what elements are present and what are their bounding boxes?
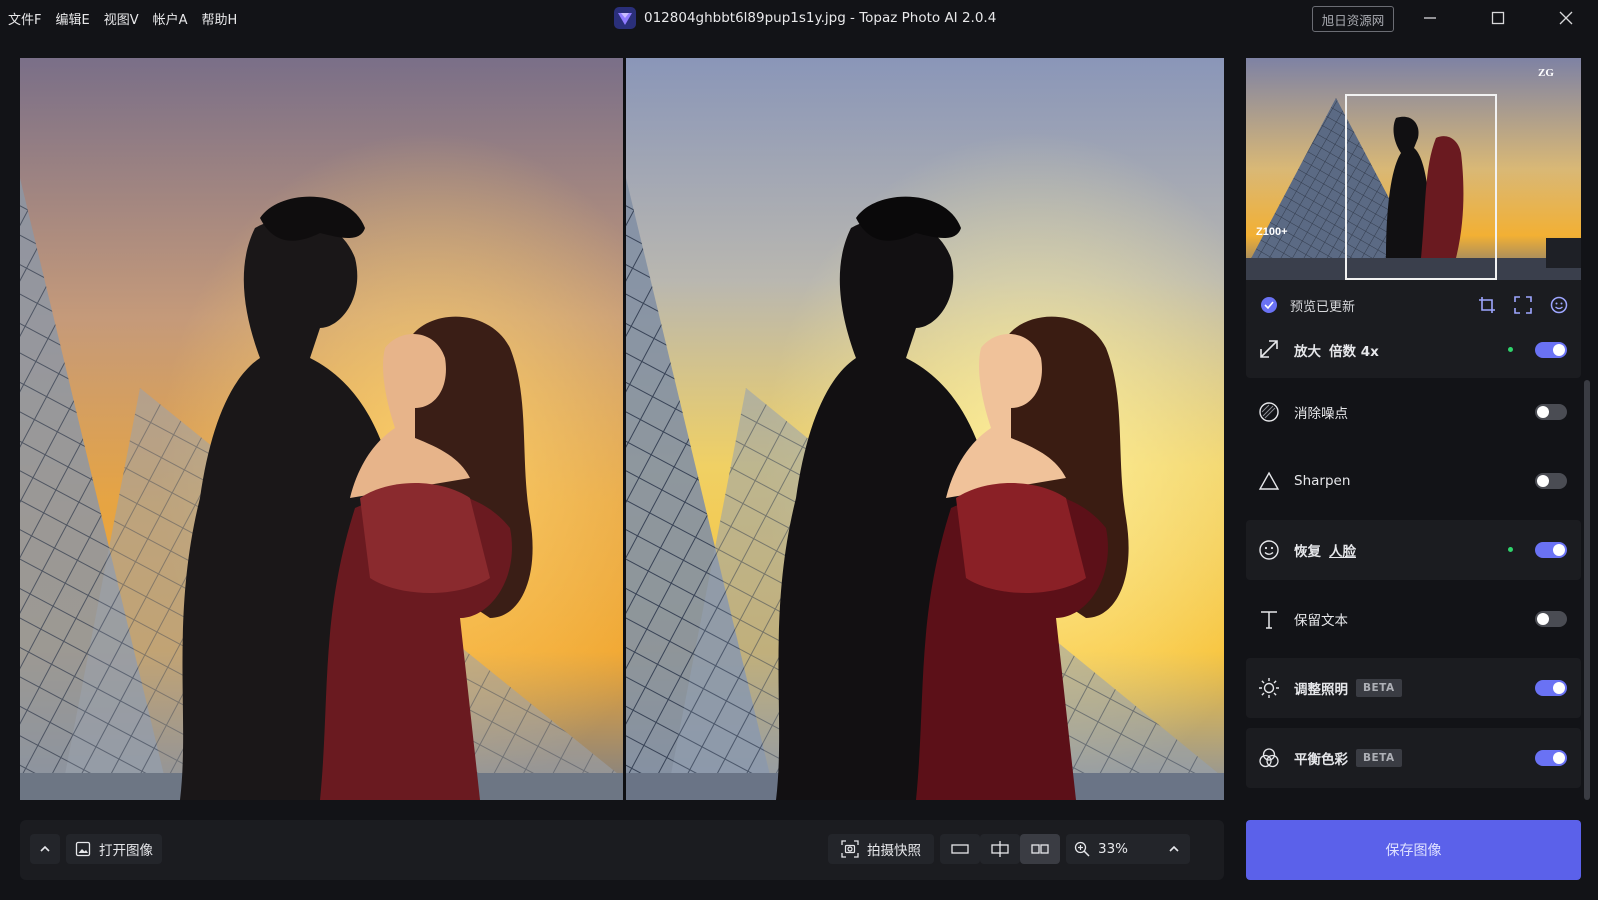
panel-color-balance[interactable]: 平衡色彩 BETA [1246,728,1581,788]
panel-sharpen-label: Sharpen [1294,451,1350,511]
triangle-icon [1258,471,1280,490]
camera-icon [841,840,859,858]
fullscreen-icon[interactable] [1514,296,1532,314]
panel-upscale[interactable]: 放大 倍数 4x [1246,322,1581,378]
zoom-icon [1074,841,1090,857]
panel-face-title: 恢复 [1294,544,1321,560]
menu-account[interactable]: 帐户A [153,9,188,28]
expand-filmstrip-button[interactable] [30,834,60,864]
panel-lighting-label: 调整照明 BETA [1294,658,1402,718]
panel-preserve-text[interactable]: 保留文本 [1246,589,1581,649]
resource-button[interactable]: 旭日资源网 [1312,6,1394,32]
panel-face-recovery[interactable]: 恢复 人脸 [1246,520,1581,580]
menu-help[interactable]: 帮助H [202,9,238,28]
beta-badge: BETA [1356,749,1402,767]
panel-color-title: 平衡色彩 [1294,752,1348,768]
svg-text:ZG: ZG [1538,67,1554,79]
side-by-side-view-button[interactable] [1020,834,1060,864]
panel-denoise-title: 消除噪点 [1294,406,1348,422]
color-balance-icon [1259,748,1279,768]
close-icon [1559,11,1573,25]
panel-text-title: 保留文本 [1294,613,1348,629]
beta-badge: BETA [1356,679,1402,697]
panel-denoise-label: 消除噪点 [1294,382,1348,442]
panel-color-label: 平衡色彩 BETA [1294,728,1402,788]
panel-upscale-label: 放大 倍数 4x [1294,322,1379,378]
navigator-thumbnail[interactable]: Z100+ ZG [1246,58,1581,280]
modified-indicator [1508,347,1513,352]
chevron-up-icon [1169,845,1179,852]
preview-status-text: 预览已更新 [1290,300,1356,315]
upscale-icon [1260,340,1278,358]
viewport-indicator[interactable] [1345,94,1497,280]
panel-lighting[interactable]: 调整照明 BETA [1246,658,1581,718]
color-balance-toggle[interactable] [1535,750,1567,766]
panel-lighting-title: 调整照明 [1294,682,1348,698]
menu-file[interactable]: 文件F [8,9,41,28]
panel-sharpen-title: Sharpen [1294,473,1351,489]
single-view-button[interactable] [940,834,980,864]
chevron-up-icon [40,845,50,852]
image-icon [75,841,91,857]
denoise-icon [1259,402,1279,422]
lighting-toggle[interactable] [1535,680,1567,696]
panel-face-extra[interactable]: 人脸 [1329,540,1356,560]
topaz-logo-icon [614,7,636,29]
sun-icon [1259,678,1279,698]
face-recovery-toggle[interactable] [1535,542,1567,558]
panel-upscale-title: 放大 [1294,344,1321,360]
panel-upscale-factor: 倍数 4x [1329,344,1379,360]
side-by-side-icon [1031,844,1049,854]
split-view-button[interactable] [980,834,1020,864]
single-view-icon [951,844,969,854]
snapshot-label: 拍摄快照 [867,843,921,859]
panel-denoise[interactable]: 消除噪点 [1246,382,1581,442]
check-circle-icon [1261,297,1277,313]
zoom-level: 33% [1098,841,1129,857]
upscale-toggle[interactable] [1535,342,1567,358]
open-image-label: 打开图像 [99,843,153,859]
menu-bar: 文件F 编辑E 视图V 帐户A 帮助H [8,0,237,36]
panel-sharpen[interactable]: Sharpen [1246,451,1581,511]
title-bar: 文件F 编辑E 视图V 帐户A 帮助H 012804ghbbt6l89pup1s… [0,0,1598,36]
face-icon [1259,540,1279,560]
window-title: 012804ghbbt6l89pup1s1y.jpg - Topaz Photo… [614,0,996,36]
zoom-control[interactable]: 33% [1066,834,1190,864]
split-view-icon [991,841,1009,857]
minimize-icon [1424,17,1436,19]
snapshot-button[interactable]: 拍摄快照 [828,834,934,864]
maximize-icon [1491,11,1505,25]
menu-edit[interactable]: 编辑E [55,9,89,28]
face-icon[interactable] [1550,296,1568,314]
text-icon [1261,611,1277,629]
sharpen-toggle[interactable] [1535,473,1567,489]
crop-icon[interactable] [1478,296,1496,314]
close-button[interactable] [1536,0,1596,36]
open-image-button[interactable]: 打开图像 [66,834,162,864]
original-image[interactable] [20,58,623,800]
maximize-button[interactable] [1468,0,1528,36]
enhanced-image[interactable] [626,58,1224,800]
svg-text:Z100+: Z100+ [1256,226,1288,238]
panel-face-label: 恢复 人脸 [1294,520,1356,580]
save-image-button[interactable]: 保存图像 [1246,820,1581,880]
sidebar-scrollbar[interactable] [1584,380,1590,800]
image-canvas[interactable] [20,58,1224,800]
minimize-button[interactable] [1400,0,1460,36]
panel-text-label: 保留文本 [1294,589,1348,649]
bottom-toolbar: 打开图像 拍摄快照 33% [20,820,1224,880]
menu-view[interactable]: 视图V [104,9,139,28]
denoise-toggle[interactable] [1535,404,1567,420]
modified-indicator [1508,547,1513,552]
preserve-text-toggle[interactable] [1535,611,1567,627]
window-title-text: 012804ghbbt6l89pup1s1y.jpg - Topaz Photo… [644,10,997,26]
